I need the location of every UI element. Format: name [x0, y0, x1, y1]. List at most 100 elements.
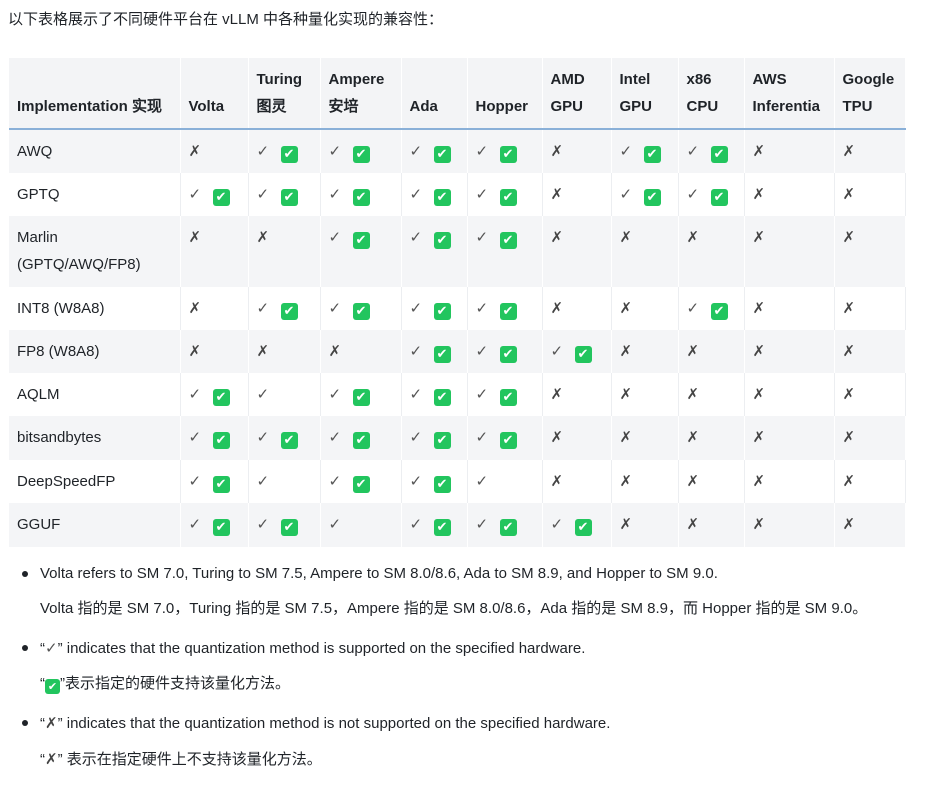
column-header: Ampere 安培	[320, 58, 402, 130]
cross-icon: ✗	[550, 299, 564, 317]
table-row: DeepSpeedFP ✓ ✔ ✓ ✓ ✔ ✓ ✔ ✓ ✗ ✗ ✗ ✗ ✗	[9, 460, 906, 503]
support-cell: ✗	[542, 129, 612, 173]
check-icon: ✓	[328, 299, 342, 317]
green-check-icon: ✔	[710, 189, 728, 206]
support-cell: ✗	[744, 416, 835, 460]
check-icon: ✓	[409, 185, 423, 203]
green-check-icon: ✔	[352, 389, 370, 406]
cross-icon: ✗	[686, 385, 700, 403]
note-zh: “✔ ”表示指定的硬件支持该量化方法。	[40, 671, 902, 697]
cross-icon: ✗	[45, 714, 58, 732]
green-check-icon: ✔	[352, 303, 370, 320]
support-cell: ✓ ✔	[320, 460, 402, 503]
column-header: AWS Inferentia	[744, 58, 835, 130]
check-icon: ✓	[188, 385, 202, 403]
green-check-icon: ✔	[352, 146, 370, 163]
implementation-name: GPTQ	[9, 173, 181, 216]
cross-icon: ✗	[842, 472, 856, 490]
check-icon: ✓	[619, 185, 633, 203]
check-icon: ✓	[328, 428, 342, 446]
green-check-icon: ✔	[499, 189, 517, 206]
bullet-icon	[22, 720, 28, 726]
check-icon: ✓	[475, 142, 489, 160]
green-check-icon: ✔	[352, 232, 370, 249]
support-cell: ✓ ✔	[467, 287, 543, 330]
green-check-icon: ✔	[280, 303, 298, 320]
check-icon: ✓	[409, 515, 423, 533]
note-text: ” 表示在指定硬件上不支持该量化方法。	[57, 751, 322, 768]
support-cell: ✓ ✔	[542, 503, 612, 547]
cross-icon: ✗	[256, 228, 270, 246]
support-cell: ✗	[542, 373, 612, 416]
cross-icon: ✗	[619, 299, 633, 317]
cross-icon: ✗	[686, 515, 700, 533]
check-icon: ✓	[475, 228, 489, 246]
note-item: “✓” indicates that the quantization meth…	[22, 636, 902, 697]
implementation-name: INT8 (W8A8)	[9, 287, 181, 330]
cross-icon: ✗	[842, 385, 856, 403]
table-body: AWQ ✗ ✓ ✔ ✓ ✔ ✓ ✔ ✓ ✔ ✗ ✓ ✔ ✓ ✔ ✗ ✗ GPTQ ✓ ✔ ✓ ✔ ✓ ✔ ✓ ✔ ✓ ✔ ✗ ✓ ✔ ✓ ✔ ✗ ✗…	[9, 129, 906, 547]
support-cell: ✓ ✔	[248, 287, 321, 330]
support-cell: ✗	[320, 330, 402, 373]
implementation-name: bitsandbytes	[9, 416, 181, 460]
support-cell: ✗	[180, 216, 249, 287]
support-cell: ✓ ✔	[320, 287, 402, 330]
support-cell: ✗	[248, 216, 321, 287]
cross-icon: ✗	[550, 228, 564, 246]
support-cell: ✗	[542, 216, 612, 287]
cross-icon: ✗	[686, 472, 700, 490]
cross-icon: ✗	[550, 428, 564, 446]
cross-icon: ✗	[752, 142, 766, 160]
green-check-icon: ✔	[643, 146, 661, 163]
green-check-icon: ✔	[352, 189, 370, 206]
support-cell: ✗	[611, 287, 679, 330]
note-item: Volta refers to SM 7.0, Turing to SM 7.5…	[22, 562, 902, 622]
check-icon: ✓	[256, 472, 270, 490]
check-icon: ✓	[328, 228, 342, 246]
support-cell: ✗	[744, 330, 835, 373]
cross-icon: ✗	[842, 185, 856, 203]
cross-icon: ✗	[328, 342, 342, 360]
cross-icon: ✗	[752, 228, 766, 246]
note-text: ”表示指定的硬件支持该量化方法。	[60, 675, 290, 692]
support-cell: ✗	[611, 503, 679, 547]
check-icon: ✓	[188, 472, 202, 490]
support-cell: ✓ ✔	[678, 287, 745, 330]
cross-icon: ✗	[686, 228, 700, 246]
check-icon: ✓	[409, 142, 423, 160]
support-cell: ✗	[678, 373, 745, 416]
check-icon: ✓	[409, 228, 423, 246]
check-icon: ✓	[475, 515, 489, 533]
support-cell: ✓ ✔	[180, 173, 249, 216]
support-cell: ✗	[542, 416, 612, 460]
note-en: “✓” indicates that the quantization meth…	[40, 636, 902, 661]
cross-icon: ✗	[752, 428, 766, 446]
check-icon: ✓	[475, 299, 489, 317]
cross-icon: ✗	[188, 299, 202, 317]
cross-icon: ✗	[619, 342, 633, 360]
notes-list: Volta refers to SM 7.0, Turing to SM 7.5…	[22, 562, 902, 787]
support-cell: ✗	[744, 129, 835, 173]
support-cell: ✓ ✔	[467, 330, 543, 373]
support-cell: ✗	[834, 216, 906, 287]
table-header-row: Implementation 实现 Volta Turing 图灵 Ampere 安培…	[9, 58, 906, 130]
note-text: ” indicates that the quantization method…	[57, 715, 611, 732]
cross-icon: ✗	[842, 428, 856, 446]
implementation-name: DeepSpeedFP	[9, 460, 181, 503]
cross-icon: ✗	[619, 472, 633, 490]
check-icon: ✓	[475, 342, 489, 360]
green-check-icon: ✔	[212, 389, 230, 406]
support-cell: ✗	[180, 129, 249, 173]
support-cell: ✓	[467, 460, 543, 503]
cross-icon: ✗	[752, 342, 766, 360]
cross-icon: ✗	[188, 342, 202, 360]
support-cell: ✓ ✔	[401, 373, 468, 416]
support-cell: ✓ ✔	[401, 503, 468, 547]
support-cell: ✓	[320, 503, 402, 547]
support-cell: ✗	[611, 216, 679, 287]
intro-text: 以下表格展示了不同硬件平台在 vLLM 中各种量化实现的兼容性：	[8, 11, 444, 28]
green-check-icon: ✔	[352, 432, 370, 449]
support-cell: ✗	[834, 416, 906, 460]
column-header: Turing 图灵	[248, 58, 321, 130]
support-cell: ✓ ✔	[320, 416, 402, 460]
